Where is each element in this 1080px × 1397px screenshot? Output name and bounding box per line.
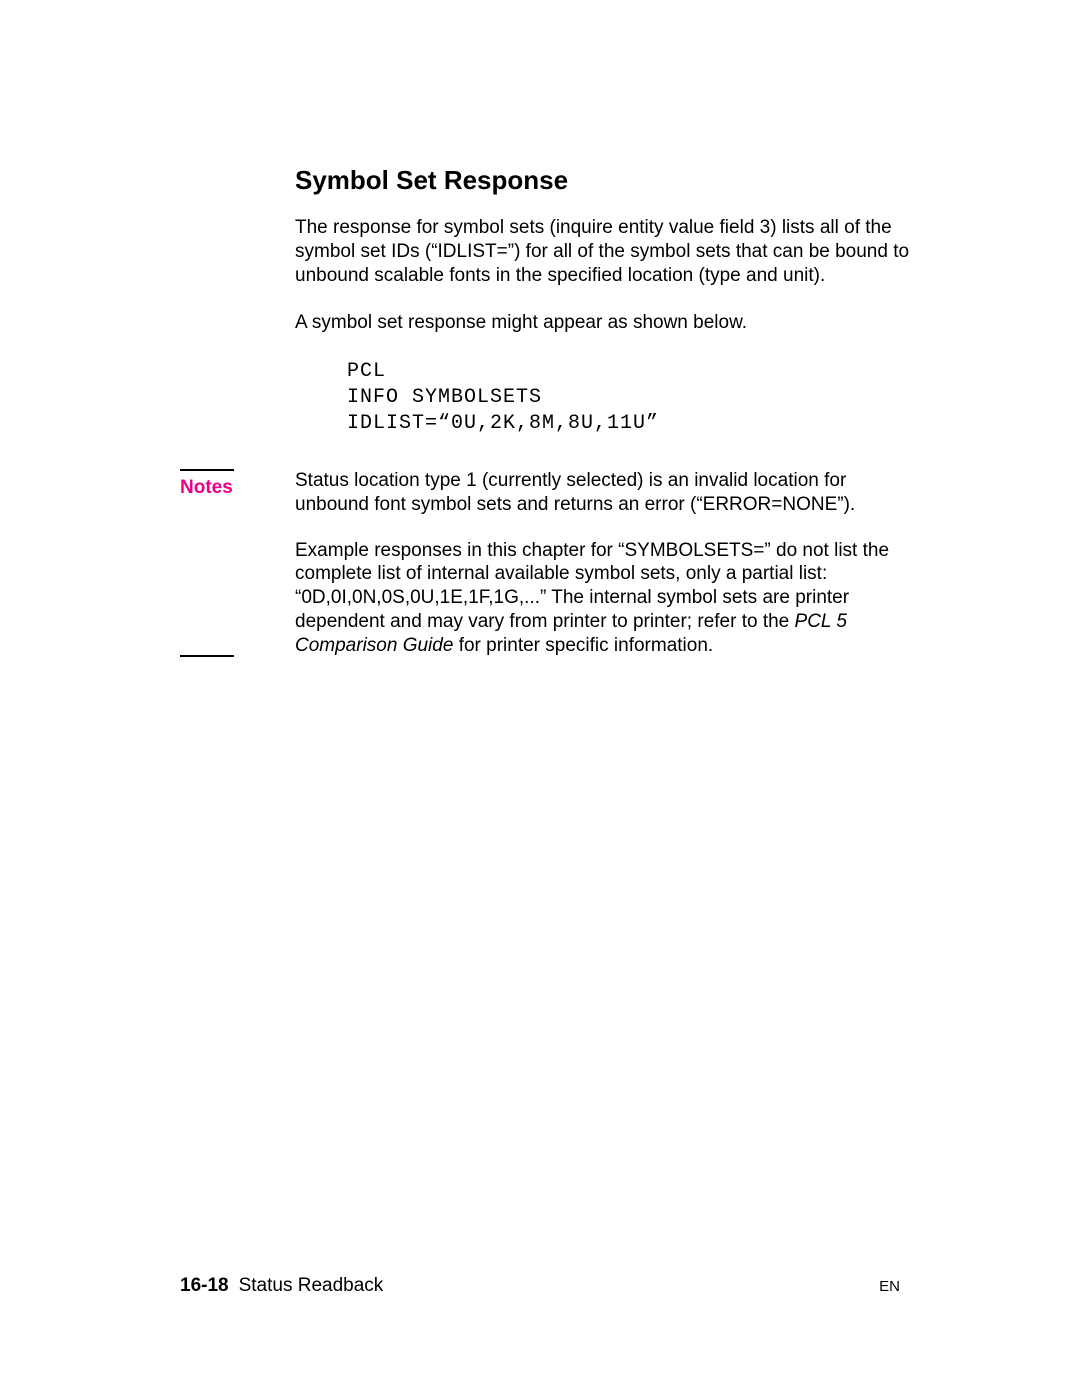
note-1-text: Status location type 1 (currently select… xyxy=(295,469,915,517)
notes-label-column: Notes xyxy=(180,469,295,499)
document-page: Symbol Set Response The response for sym… xyxy=(0,0,1080,1397)
note-2-part-b: for printer specific information. xyxy=(453,635,713,656)
footer-section: Status Readback xyxy=(239,1275,384,1297)
notes-bottom-column xyxy=(180,649,295,657)
footer-lang: EN xyxy=(879,1278,900,1295)
page-number: 16-18 xyxy=(180,1275,229,1297)
notes-rule-bottom xyxy=(180,655,234,657)
page-footer: 16-18 Status Readback EN xyxy=(180,1275,900,1297)
note-row-1: Notes Status location type 1 (currently … xyxy=(0,469,1080,517)
notes-body-column: Status location type 1 (currently select… xyxy=(295,469,915,517)
notes-body-column-2: Example responses in this chapter for “S… xyxy=(295,539,915,658)
note-2-text: Example responses in this chapter for “S… xyxy=(295,539,915,658)
section-heading: Symbol Set Response xyxy=(295,165,915,196)
footer-left: 16-18 Status Readback xyxy=(180,1275,383,1297)
paragraph-2: A symbol set response might appear as sh… xyxy=(295,311,915,335)
notes-label: Notes xyxy=(180,477,233,498)
main-content: Symbol Set Response The response for sym… xyxy=(295,165,915,437)
note-row-2: Example responses in this chapter for “S… xyxy=(0,539,1080,658)
paragraph-1: The response for symbol sets (inquire en… xyxy=(295,216,915,287)
code-example: PCL INFO SYMBOLSETS IDLIST=“0U,2K,8M,8U,… xyxy=(347,359,915,437)
notes-rule-top xyxy=(180,469,234,471)
footer-right: EN xyxy=(879,1278,900,1295)
